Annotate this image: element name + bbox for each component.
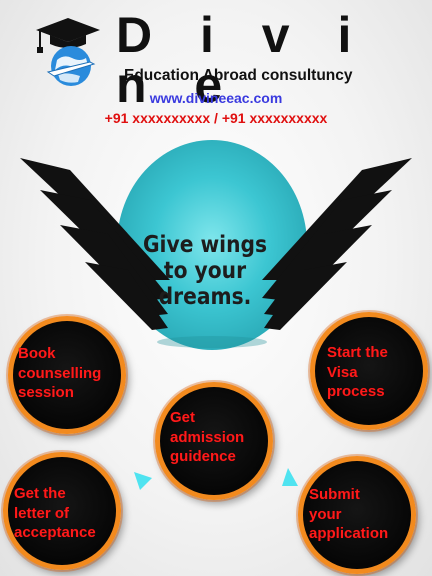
phone-numbers: +91 xxxxxxxxxx / +91 xxxxxxxxxx — [104, 110, 328, 126]
arrow-to-submit — [282, 468, 298, 486]
logo-icon — [28, 14, 108, 88]
step-letter-of-acceptance-label: Get the letter of acceptance — [14, 485, 96, 541]
arrow-to-acceptance — [134, 472, 152, 490]
website-link[interactable]: www.divineeac.com — [0, 90, 432, 106]
step-get-admission-label: Get admission guidence — [170, 409, 245, 465]
step-book-counselling-label: Book counselling session — [18, 345, 102, 401]
slogan: Give wings to your dreams. — [142, 232, 268, 310]
step-start-visa-label: Start the Visa process — [327, 344, 388, 400]
tagline: Education Abroad consultuncy — [124, 67, 353, 84]
step-submit-application-label: Submit your application — [309, 486, 389, 542]
